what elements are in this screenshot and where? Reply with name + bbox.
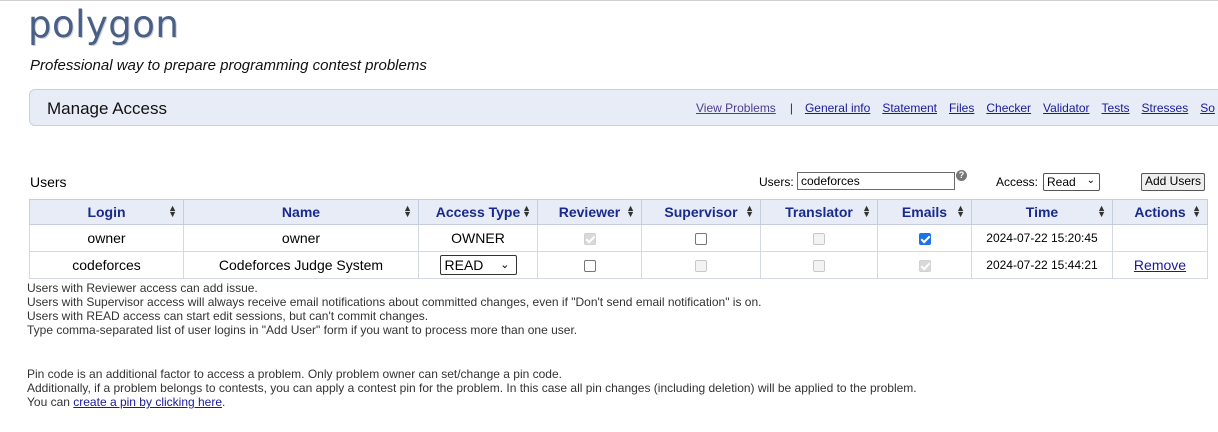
sort-icon: ▲ ▼ bbox=[168, 203, 177, 219]
access-select[interactable]: Read ⌄ bbox=[1043, 173, 1100, 191]
reviewer-checkbox[interactable] bbox=[583, 260, 596, 273]
nav-statement[interactable]: Statement bbox=[882, 101, 937, 115]
sort-icon: ▲ ▼ bbox=[403, 203, 412, 219]
column-header-label: Emails bbox=[901, 204, 948, 220]
nav-files[interactable]: Files bbox=[949, 101, 974, 115]
pin-note-line: You can create a pin by clicking here. bbox=[27, 395, 917, 409]
note-line: Users with Reviewer access can add issue… bbox=[27, 281, 258, 295]
nav-solutions[interactable]: So bbox=[1200, 101, 1215, 115]
column-header-label: Name bbox=[281, 204, 321, 220]
column-header-name[interactable]: Name ▲ ▼ bbox=[183, 199, 419, 225]
column-header-label: Access Type bbox=[435, 204, 521, 220]
cell-emails bbox=[877, 224, 972, 252]
cell-supervisor bbox=[641, 224, 761, 252]
column-header-translator[interactable]: Translator ▲ ▼ bbox=[760, 199, 878, 225]
column-header-login[interactable]: Login ▲ ▼ bbox=[29, 199, 184, 225]
cell-translator bbox=[760, 251, 878, 279]
translator-checkbox bbox=[813, 260, 825, 273]
chevron-down-icon: ⌄ bbox=[500, 259, 510, 271]
cell-login: owner bbox=[29, 224, 184, 252]
cell-supervisor bbox=[641, 251, 761, 279]
users-table: Login ▲ ▼ Name ▲ ▼ Access Type ▲ ▼ Reviewer ▲ ▼ … bbox=[29, 199, 1208, 279]
column-header-label: Translator bbox=[785, 204, 853, 220]
sort-icon: ▲ ▼ bbox=[626, 203, 635, 219]
translator-checkbox bbox=[813, 233, 825, 246]
sort-icon: ▲ ▼ bbox=[522, 203, 531, 219]
sort-icon: ▲ ▼ bbox=[1192, 203, 1201, 219]
cell-login: codeforces bbox=[29, 251, 184, 279]
pin-note-line: Pin code is an additional factor to acce… bbox=[27, 367, 562, 381]
emails-checkbox bbox=[918, 260, 931, 273]
column-header-reviewer[interactable]: Reviewer ▲ ▼ bbox=[537, 199, 642, 225]
table-row: owner owner OWNER 2024-07-22 15:20:45 bbox=[29, 224, 1208, 252]
cell-time: 2024-07-22 15:44:21 bbox=[971, 251, 1113, 279]
column-header-label: Time bbox=[1025, 204, 1059, 220]
nav-stresses[interactable]: Stresses bbox=[1142, 101, 1189, 115]
chevron-down-icon: ⌄ bbox=[1086, 175, 1095, 186]
cell-actions bbox=[1112, 224, 1208, 252]
access-notes: Users with Reviewer access can add issue… bbox=[27, 281, 761, 337]
access-select-value: Read bbox=[1047, 175, 1076, 189]
cell-access-type: OWNER bbox=[418, 224, 538, 252]
cell-time: 2024-07-22 15:20:45 bbox=[971, 224, 1113, 252]
polygon-logo[interactable]: polygon bbox=[28, 3, 179, 46]
column-header-actions[interactable]: Actions ▲ ▼ bbox=[1112, 199, 1208, 225]
note-line: Users with Supervisor access will always… bbox=[27, 295, 762, 309]
access-type-select[interactable]: READ ⌄ bbox=[439, 255, 517, 275]
page-title: Manage Access bbox=[47, 99, 168, 118]
users-field-label: Users: bbox=[759, 175, 794, 189]
access-type-select-value: READ bbox=[444, 257, 484, 273]
column-header-label: Reviewer bbox=[558, 204, 621, 220]
column-header-emails[interactable]: Emails ▲ ▼ bbox=[877, 199, 972, 225]
table-row: codeforces Codeforces Judge System READ ⌄… bbox=[29, 251, 1208, 279]
sort-icon: ▲ ▼ bbox=[956, 203, 965, 219]
tagline: Professional way to prepare programming … bbox=[30, 57, 427, 74]
nav-separator: | bbox=[789, 101, 793, 115]
pin-note-suffix: . bbox=[222, 395, 226, 409]
pin-notes: Pin code is an additional factor to acce… bbox=[27, 367, 917, 409]
nav-checker[interactable]: Checker bbox=[986, 101, 1031, 115]
access-field-label: Access: bbox=[996, 175, 1039, 189]
note-line: Users with READ access can start edit se… bbox=[27, 309, 429, 323]
table-header-row: Login ▲ ▼ Name ▲ ▼ Access Type ▲ ▼ Reviewer ▲ ▼ … bbox=[29, 199, 1208, 225]
emails-checkbox[interactable] bbox=[918, 233, 931, 246]
column-header-time[interactable]: Time ▲ ▼ bbox=[971, 199, 1113, 225]
nav-validator[interactable]: Validator bbox=[1043, 101, 1089, 115]
column-header-label: Supervisor bbox=[664, 204, 738, 220]
cell-name: Codeforces Judge System bbox=[183, 251, 419, 279]
cell-name: owner bbox=[183, 224, 419, 252]
cell-actions: Remove bbox=[1112, 251, 1208, 279]
pin-note-prefix: You can bbox=[27, 395, 74, 409]
create-pin-link[interactable]: create a pin by clicking here bbox=[73, 395, 222, 409]
column-header-label: Login bbox=[87, 204, 126, 220]
column-header-access-type[interactable]: Access Type ▲ ▼ bbox=[418, 199, 538, 225]
supervisor-checkbox[interactable] bbox=[695, 233, 707, 246]
nav-tests[interactable]: Tests bbox=[1102, 101, 1130, 115]
users-input[interactable] bbox=[797, 172, 955, 190]
note-line: Type comma-separated list of user logins… bbox=[27, 323, 578, 337]
cell-reviewer bbox=[537, 224, 642, 252]
supervisor-checkbox bbox=[695, 260, 707, 273]
cell-reviewer bbox=[537, 251, 642, 279]
sort-icon: ▲ ▼ bbox=[862, 203, 871, 219]
problem-nav: View Problems | General info Statement Files… bbox=[696, 101, 1218, 115]
add-users-button[interactable]: Add Users bbox=[1141, 173, 1205, 191]
page-header: Manage Access View Problems | General info… bbox=[29, 89, 1218, 126]
sort-icon: ▲ ▼ bbox=[1097, 203, 1106, 219]
nav-view-problems[interactable]: View Problems bbox=[696, 101, 776, 115]
sort-icon: ▲ ▼ bbox=[745, 203, 754, 219]
column-header-supervisor[interactable]: Supervisor ▲ ▼ bbox=[641, 199, 761, 225]
help-icon[interactable]: ? bbox=[956, 170, 967, 181]
cell-access-type: READ ⌄ bbox=[418, 251, 538, 279]
cell-translator bbox=[760, 224, 878, 252]
remove-link[interactable]: Remove bbox=[1134, 257, 1186, 273]
cell-emails bbox=[877, 251, 972, 279]
nav-general-info[interactable]: General info bbox=[805, 101, 870, 115]
pin-note-line: Additionally, if a problem belongs to co… bbox=[27, 381, 917, 395]
column-header-label: Actions bbox=[1134, 204, 1186, 220]
reviewer-checkbox bbox=[583, 233, 596, 246]
users-section-label: Users bbox=[30, 174, 67, 190]
